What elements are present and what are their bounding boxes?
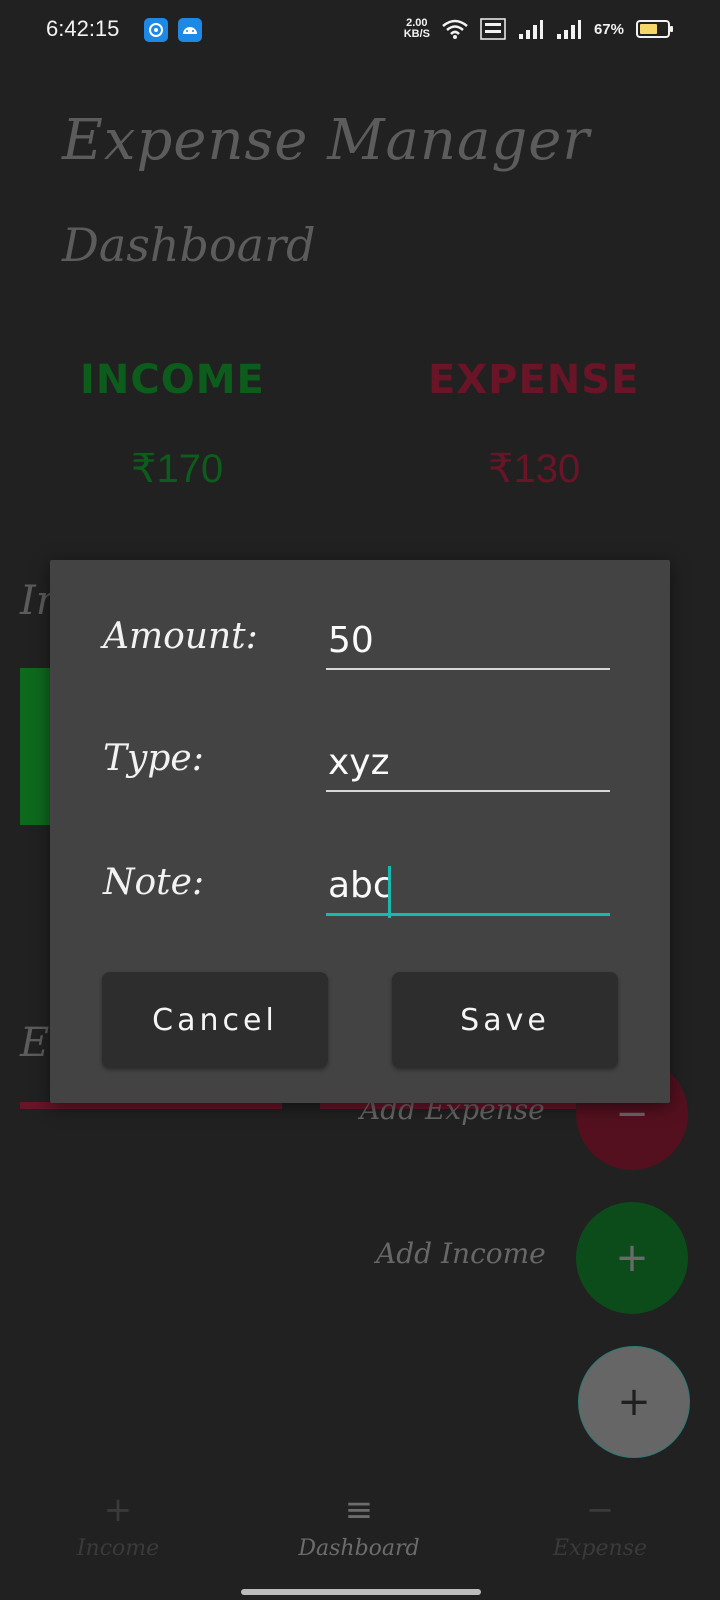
nav-item-dashboard[interactable]: ≡ Dashboard xyxy=(259,1490,459,1561)
save-button[interactable]: Save xyxy=(392,972,618,1068)
add-income-fab[interactable]: + xyxy=(576,1202,688,1314)
app-title: Expense Manager xyxy=(62,108,591,173)
minus-icon: − xyxy=(585,1490,615,1530)
wifi-icon xyxy=(442,19,468,39)
battery-percent: 67% xyxy=(593,20,624,38)
main-add-fab[interactable]: + xyxy=(578,1346,690,1458)
plus-icon: + xyxy=(103,1490,133,1530)
signal-icon xyxy=(556,20,581,39)
type-label: Type: xyxy=(103,738,204,779)
note-input[interactable] xyxy=(326,858,610,916)
status-icons: 2.00 KB/S 67% xyxy=(403,17,673,40)
income-chart-bar xyxy=(20,668,54,825)
expense-section-heading: E xyxy=(20,1020,50,1066)
expense-label: EXPENSE xyxy=(428,357,640,403)
nav-label: Dashboard xyxy=(298,1536,420,1561)
expense-total: ₹130 xyxy=(488,447,581,491)
nav-label: Expense xyxy=(552,1536,648,1561)
nav-item-expense[interactable]: − Expense xyxy=(500,1490,700,1561)
expense-chart-bar xyxy=(20,1102,282,1109)
cancel-button[interactable]: Cancel xyxy=(102,972,328,1068)
type-input[interactable] xyxy=(326,734,610,792)
screen-title: Dashboard xyxy=(62,218,316,272)
add-transaction-dialog: Amount: Type: Note: Cancel Save xyxy=(50,560,670,1103)
signal-icon xyxy=(518,20,543,39)
volte-icon xyxy=(480,18,506,40)
home-indicator[interactable] xyxy=(241,1589,481,1595)
plus-icon: + xyxy=(617,1379,651,1425)
bottom-navigation: + Income ≡ Dashboard − Expense xyxy=(0,1490,720,1600)
income-total: ₹170 xyxy=(131,447,224,491)
nav-item-income[interactable]: + Income xyxy=(18,1490,218,1561)
status-time: 6:42:15 xyxy=(46,16,120,41)
text-cursor xyxy=(388,866,391,918)
amount-input[interactable] xyxy=(326,612,610,670)
network-speed: 2.00 KB/S xyxy=(403,17,430,40)
add-income-label: Add Income xyxy=(376,1237,546,1270)
note-label: Note: xyxy=(103,862,205,903)
plus-icon: + xyxy=(615,1235,649,1281)
battery-level-fill xyxy=(640,24,658,34)
amount-label: Amount: xyxy=(103,616,258,657)
android-notification-icon xyxy=(178,18,202,42)
battery-icon xyxy=(636,20,673,38)
income-label: INCOME xyxy=(80,357,265,403)
nav-label: Income xyxy=(76,1536,160,1561)
notification-app-icon xyxy=(144,18,168,42)
menu-icon: ≡ xyxy=(344,1490,374,1530)
